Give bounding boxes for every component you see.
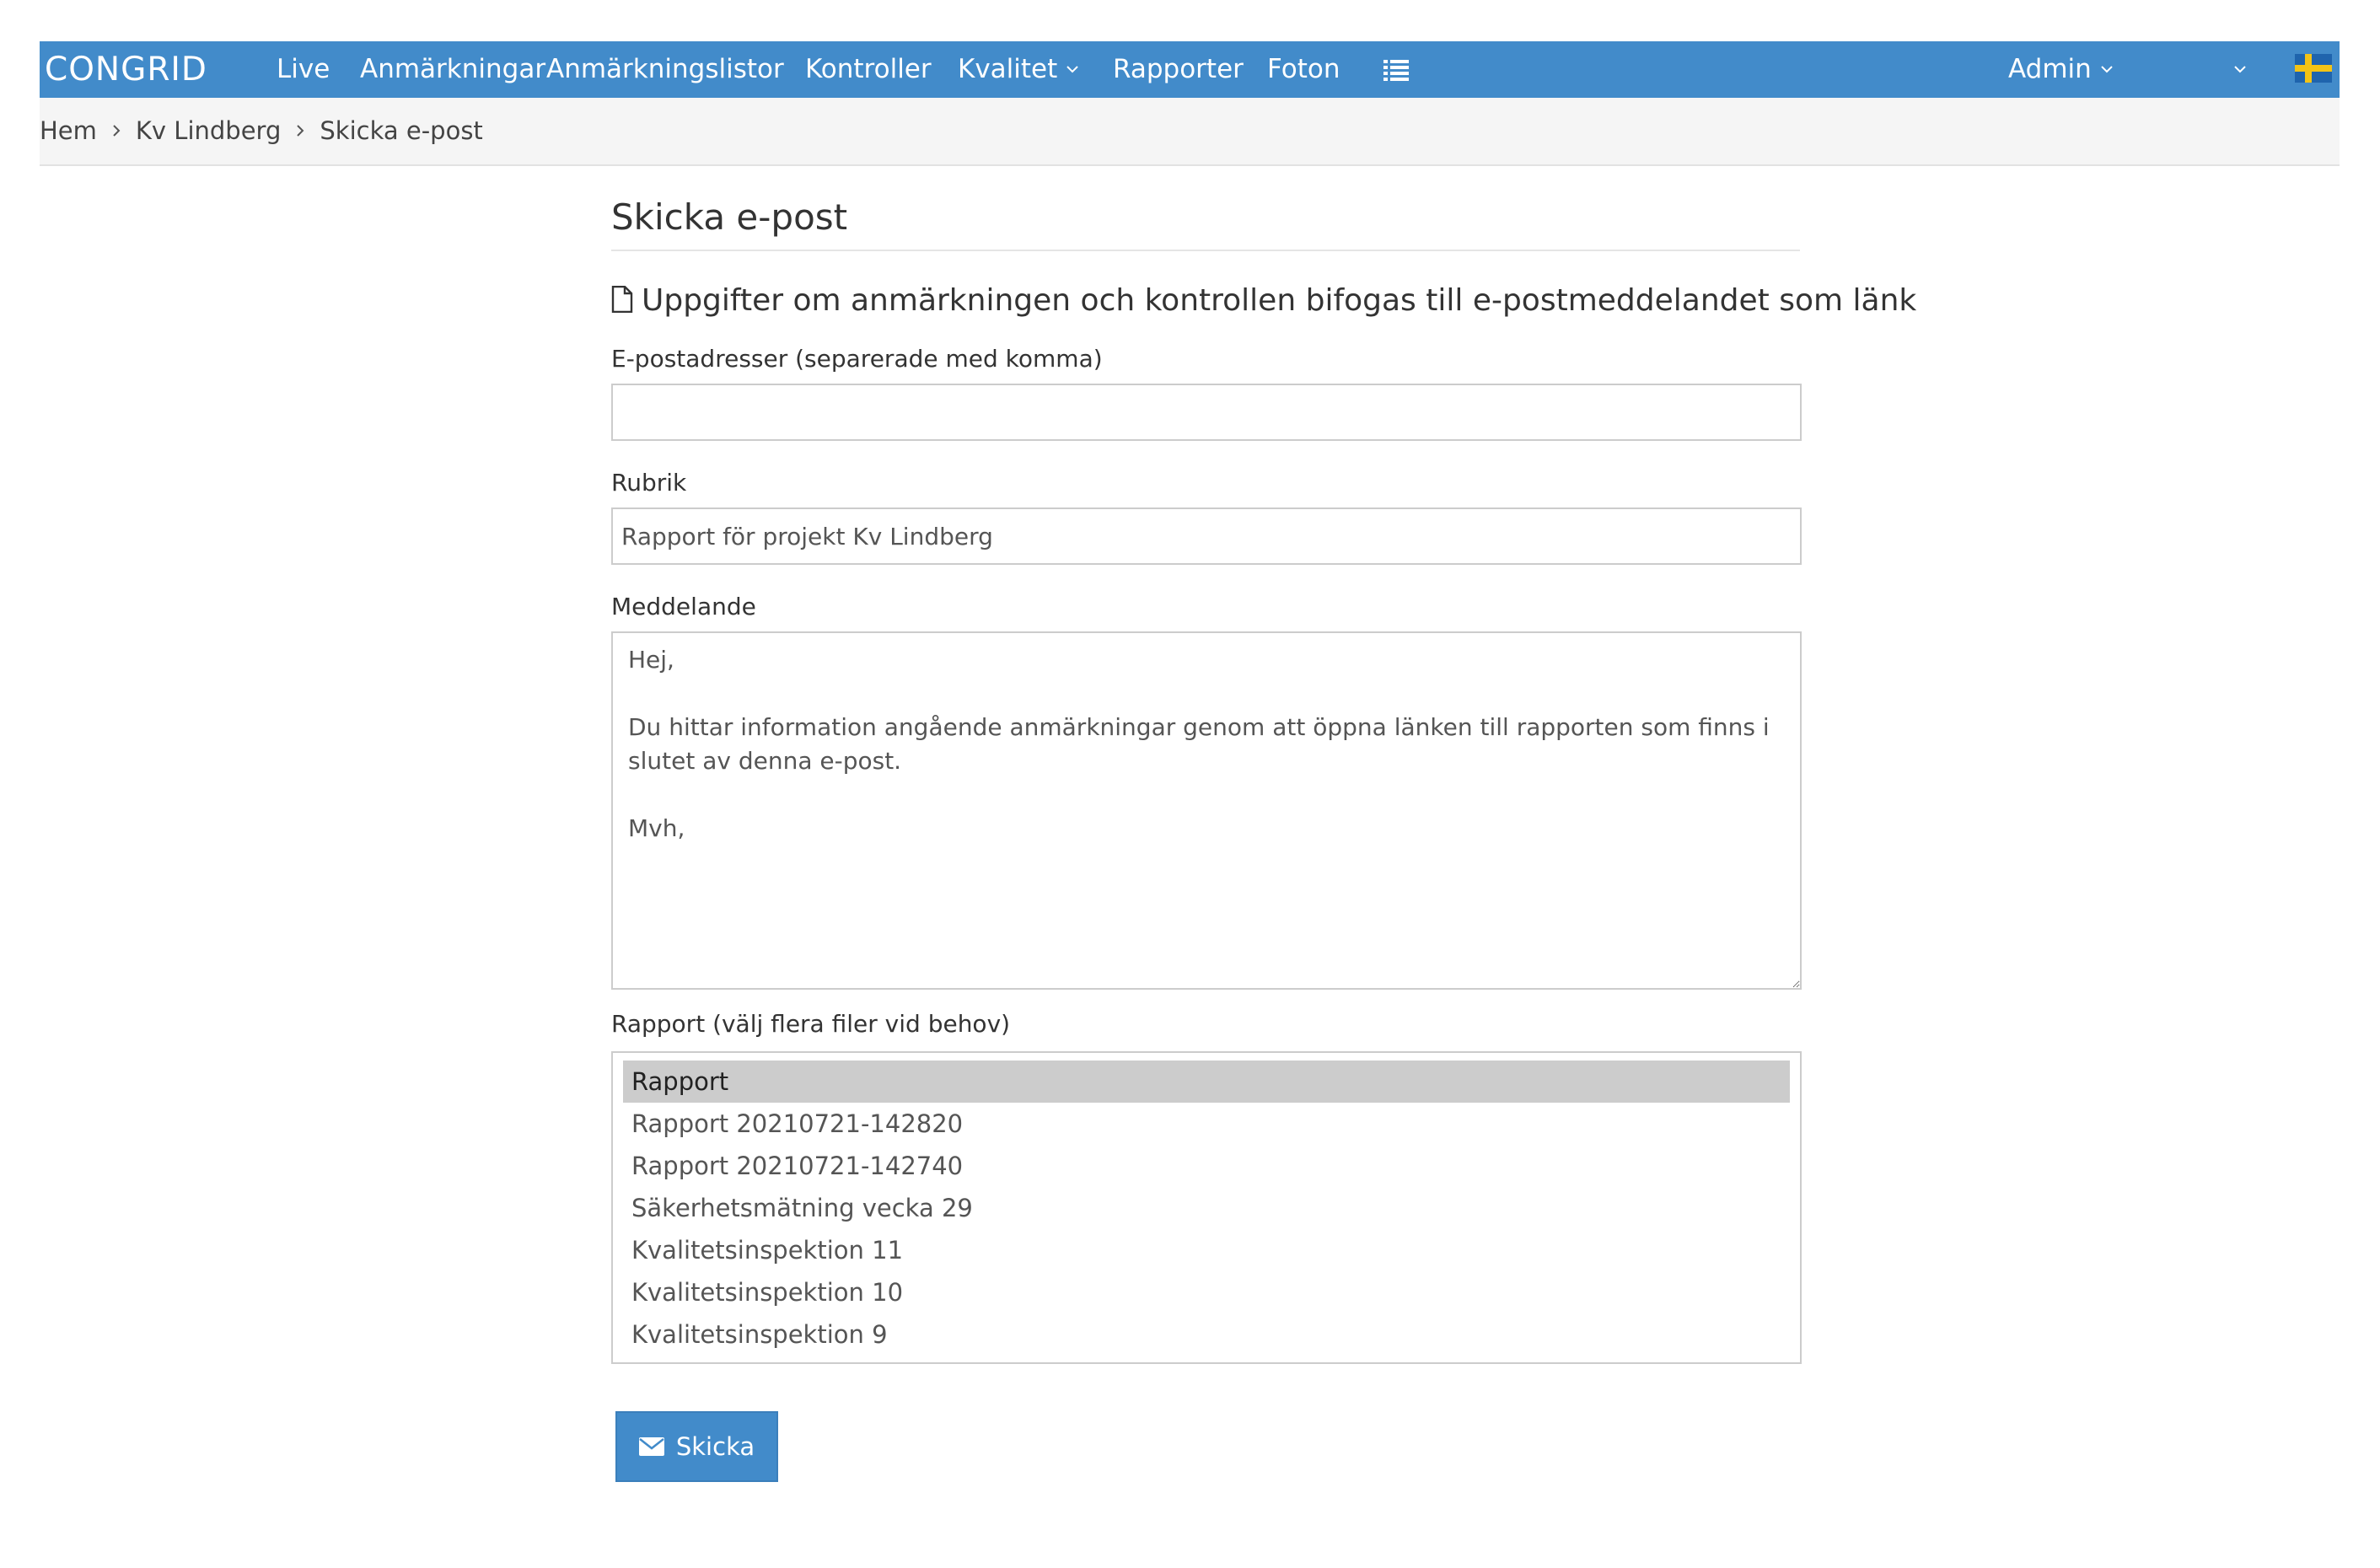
- user-menu-label: Admin: [2008, 54, 2092, 84]
- nav-foton[interactable]: Foton: [1267, 41, 1340, 98]
- report-option[interactable]: Kvalitetsinspektion 10: [623, 1271, 1790, 1313]
- report-option[interactable]: Rapport 20210721-142740: [623, 1145, 1790, 1187]
- report-option[interactable]: Kvalitetsinspektion 9: [623, 1313, 1790, 1356]
- breadcrumb: Hem Kv Lindberg Skicka e-post: [40, 98, 483, 164]
- nav-kvalitet-label: Kvalitet: [958, 54, 1058, 84]
- chevron-down-icon: [2234, 65, 2246, 72]
- attachment-info-text: Uppgifter om anmärkningen och kontrollen…: [642, 283, 1917, 318]
- message-label: Meddelande: [611, 593, 756, 620]
- project-dropdown[interactable]: [2225, 41, 2247, 98]
- list-icon[interactable]: [1383, 56, 1410, 83]
- report-option[interactable]: Kvalitetsinspektion 11: [623, 1229, 1790, 1271]
- subject-label: Rubrik: [611, 469, 687, 497]
- chevron-down-icon: [1066, 65, 1078, 72]
- file-icon: [611, 285, 633, 314]
- chevron-right-icon: [297, 125, 304, 137]
- chevron-down-icon: [2101, 65, 2113, 72]
- breadcrumb-home[interactable]: Hem: [40, 116, 97, 145]
- nav-kontroller[interactable]: Kontroller: [805, 41, 932, 98]
- emails-label: E-postadresser (separerade med komma): [611, 345, 1103, 373]
- user-menu[interactable]: Admin: [2008, 41, 2114, 98]
- swedish-flag-icon[interactable]: [2295, 54, 2332, 83]
- page-title: Skicka e-post: [611, 194, 1800, 251]
- send-email-form: Skicka e-post Uppgifter om anmärkningen …: [611, 194, 1916, 1482]
- top-navbar: CONGRID Live Anmärkningar Anmärkningslis…: [40, 41, 2340, 98]
- breadcrumb-bar: Hem Kv Lindberg Skicka e-post: [40, 98, 2340, 166]
- nav-anmarkningslistor[interactable]: Anmärkningslistor: [546, 41, 784, 98]
- report-option[interactable]: Rapport: [623, 1061, 1790, 1103]
- breadcrumb-project[interactable]: Kv Lindberg: [136, 116, 281, 145]
- envelope-icon: [638, 1437, 664, 1456]
- chevron-right-icon: [113, 125, 121, 137]
- nav-kvalitet-dropdown[interactable]: Kvalitet: [958, 41, 1079, 98]
- congrid-logo[interactable]: CONGRID: [45, 41, 207, 98]
- message-textarea[interactable]: Hej, Du hittar information angående anmä…: [611, 631, 1802, 990]
- breadcrumb-current: Skicka e-post: [320, 116, 483, 145]
- nav-anmarkningar[interactable]: Anmärkningar: [360, 41, 545, 98]
- reports-label: Rapport (välj flera filer vid behov): [611, 1010, 1011, 1038]
- attachment-info: Uppgifter om anmärkningen och kontrollen…: [611, 280, 1916, 322]
- send-button-label: Skicka: [675, 1432, 755, 1461]
- nav-rapporter[interactable]: Rapporter: [1113, 41, 1244, 98]
- reports-multiselect[interactable]: Rapport Rapport 20210721-142820 Rapport …: [611, 1051, 1802, 1364]
- email-addresses-input[interactable]: [611, 384, 1802, 441]
- nav-live[interactable]: Live: [277, 41, 330, 98]
- subject-input[interactable]: [611, 507, 1802, 565]
- report-option[interactable]: Rapport 20210721-142820: [623, 1103, 1790, 1145]
- report-option[interactable]: Säkerhetsmätning vecka 29: [623, 1187, 1790, 1229]
- send-button[interactable]: Skicka: [615, 1411, 778, 1482]
